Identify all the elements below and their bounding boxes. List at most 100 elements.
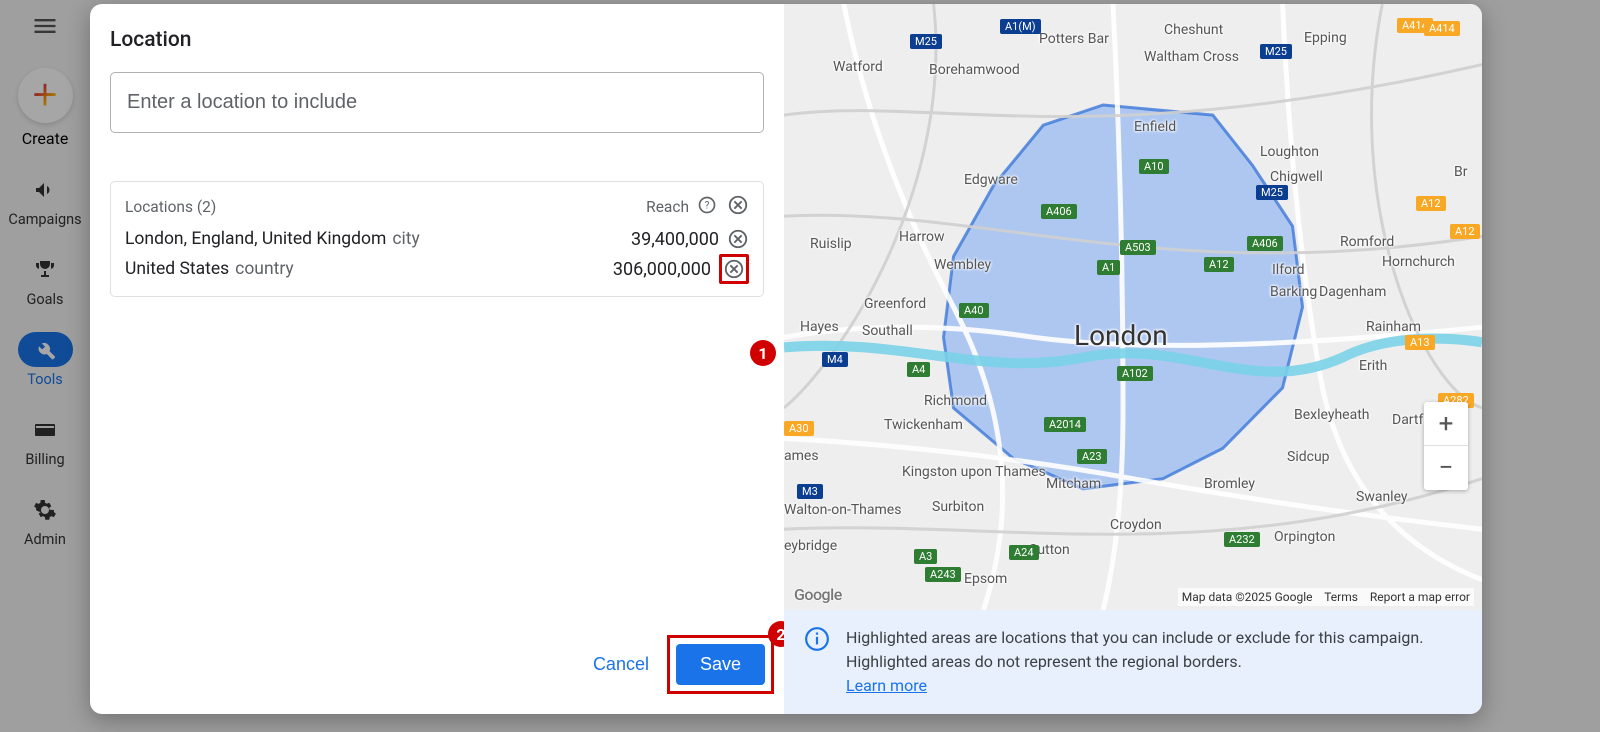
road-tag: A414 xyxy=(1424,21,1460,36)
zoom-out-button[interactable]: − xyxy=(1424,446,1468,490)
map-place-label: Hayes xyxy=(800,319,839,335)
locations-card: Locations (2) Reach ? London, England, U… xyxy=(110,181,764,297)
map-place-label: Rainham xyxy=(1366,319,1421,335)
map-provider-logo: Google xyxy=(794,585,842,604)
map-place-label: Twickenham xyxy=(884,417,963,433)
map-place-label: Ruislip xyxy=(810,236,852,252)
reach-label: Reach xyxy=(646,198,689,216)
zoom-in-button[interactable]: + xyxy=(1424,402,1468,446)
map-center-label: London xyxy=(1074,319,1168,352)
modal-right-panel: London Watford Borehamwood Potters Bar C… xyxy=(784,4,1482,714)
map-place-label: Mitcham xyxy=(1046,476,1101,492)
map-place-label: ames xyxy=(784,448,819,464)
map-place-label: Romford xyxy=(1340,234,1394,250)
map-attribution: Map data ©2025 Google Terms Report a map… xyxy=(1178,588,1474,606)
location-modal: Location Locations (2) Reach ? London, E… xyxy=(90,4,1482,714)
road-tag: A12 xyxy=(1416,196,1446,211)
road-tag: M4 xyxy=(822,352,848,367)
map-place-label: Waltham Cross xyxy=(1144,49,1239,65)
road-tag: M3 xyxy=(797,484,823,499)
road-tag: A406 xyxy=(1041,204,1077,219)
annotation-highlight-save: Save xyxy=(667,635,774,694)
road-tag: A1(M) xyxy=(1000,19,1041,34)
remove-location-icon[interactable] xyxy=(727,228,749,250)
map-place-label: Walton-on-Thames xyxy=(784,502,901,518)
map-place-label: Harrow xyxy=(899,229,944,245)
location-row: London, England, United Kingdom city 39,… xyxy=(125,228,749,250)
map-place-label: Chigwell xyxy=(1270,169,1323,185)
map-place-label: Epsom xyxy=(964,571,1007,587)
map-place-label: Bexleyheath xyxy=(1294,407,1370,423)
modal-title: Location xyxy=(110,28,764,52)
learn-more-link[interactable]: Learn more xyxy=(846,676,927,695)
map-copyright: Map data ©2025 Google xyxy=(1182,590,1313,604)
map-place-label: Wembley xyxy=(934,257,991,273)
map-place-label: Orpington xyxy=(1274,529,1335,545)
annotation-badge-1: 1 xyxy=(750,340,776,366)
map-report-link[interactable]: Report a map error xyxy=(1370,590,1470,604)
map-place-label: Southall xyxy=(862,323,913,339)
map-zoom-control: + − xyxy=(1424,402,1468,490)
map-place-label: Erith xyxy=(1359,358,1387,374)
map-place-label: Croydon xyxy=(1110,517,1162,533)
map-place-label: Sidcup xyxy=(1287,449,1330,465)
map-place-label: Hornchurch xyxy=(1382,254,1455,270)
map-place-label: Enfield xyxy=(1134,119,1176,135)
map-place-label: Kingston upon Thames xyxy=(902,464,1046,480)
map-place-label: Barking xyxy=(1270,284,1317,300)
location-name: United States xyxy=(125,259,229,279)
road-tag: A102 xyxy=(1117,366,1153,381)
location-reach: 306,000,000 xyxy=(613,259,711,280)
road-tag: A12 xyxy=(1204,257,1234,272)
location-reach: 39,400,000 xyxy=(631,229,719,250)
location-type: city xyxy=(392,229,419,249)
map-place-label: Cheshunt xyxy=(1164,22,1223,38)
road-tag: A23 xyxy=(1077,449,1107,464)
map-place-label: Epping xyxy=(1304,30,1347,46)
map-place-label: eybridge xyxy=(784,538,837,554)
locations-count-label: Locations (2) xyxy=(125,198,216,216)
road-tag: A30 xyxy=(784,421,814,436)
map-place-label: Dagenham xyxy=(1319,284,1386,300)
locations-header-row: Locations (2) Reach ? xyxy=(125,194,749,220)
info-text: Highlighted areas are locations that you… xyxy=(846,626,1462,698)
map-canvas[interactable]: London Watford Borehamwood Potters Bar C… xyxy=(784,4,1482,610)
map-info-bar: Highlighted areas are locations that you… xyxy=(784,610,1482,714)
map-place-label: Br xyxy=(1454,164,1467,180)
road-tag: A243 xyxy=(925,567,961,582)
location-name: London, England, United Kingdom xyxy=(125,229,386,249)
modal-footer-actions: Cancel Save xyxy=(90,635,784,694)
info-message: Highlighted areas are locations that you… xyxy=(846,628,1423,671)
road-tag: A13 xyxy=(1405,335,1435,350)
clear-all-icon[interactable] xyxy=(727,194,749,220)
map-place-label: Potters Bar xyxy=(1039,31,1109,47)
map-place-label: Bromley xyxy=(1204,476,1255,492)
help-icon[interactable]: ? xyxy=(697,195,717,219)
save-button[interactable]: Save xyxy=(676,644,765,685)
map-place-label: Surbiton xyxy=(932,499,984,515)
map-place-label: Edgware xyxy=(964,172,1018,188)
location-type: country xyxy=(235,259,294,279)
road-tag: A3 xyxy=(914,549,937,564)
annotation-highlight-remove xyxy=(719,254,749,284)
cancel-button[interactable]: Cancel xyxy=(575,644,667,685)
location-search-input[interactable] xyxy=(110,72,764,133)
road-tag: M25 xyxy=(1256,185,1288,200)
road-tag: A2014 xyxy=(1044,417,1086,432)
location-row: United States country 306,000,000 xyxy=(125,254,749,284)
road-tag: A40 xyxy=(959,303,989,318)
map-place-label: Greenford xyxy=(864,296,926,312)
info-icon xyxy=(804,626,830,656)
road-tag: A232 xyxy=(1224,532,1260,547)
road-tag: M25 xyxy=(1260,44,1292,59)
map-terms-link[interactable]: Terms xyxy=(1324,590,1358,604)
road-tag: A1 xyxy=(1097,260,1120,275)
svg-text:?: ? xyxy=(705,200,710,211)
map-place-label: Borehamwood xyxy=(929,62,1020,78)
modal-left-panel: Location Locations (2) Reach ? London, E… xyxy=(90,4,784,714)
road-tag: A4 xyxy=(907,362,930,377)
road-tag: A12 xyxy=(1450,224,1480,239)
remove-location-icon[interactable] xyxy=(723,258,745,280)
road-tag: A10 xyxy=(1139,159,1169,174)
map-place-label: Loughton xyxy=(1260,144,1319,160)
